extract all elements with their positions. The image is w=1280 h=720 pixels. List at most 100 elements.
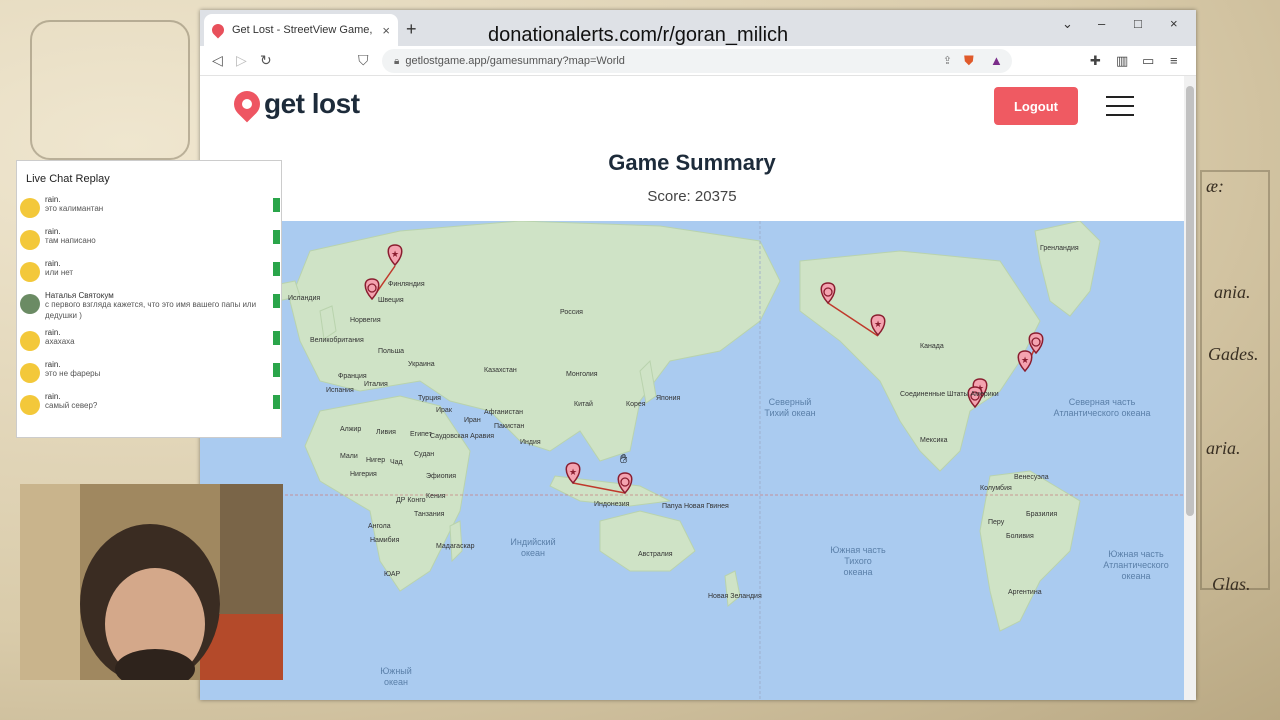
chat-author: rain. <box>45 259 61 268</box>
sidebar-icon[interactable]: ▥ <box>1116 53 1128 69</box>
map-label: Кения <box>426 493 446 500</box>
map-label: Алжир <box>340 426 362 433</box>
map-label: Саудовская Аравия <box>430 433 495 440</box>
maximize-button[interactable]: □ <box>1134 16 1142 31</box>
bg-map-text: Glas. <box>1212 574 1251 594</box>
map-label: Иран <box>464 417 481 424</box>
chat-author: rain. <box>45 195 61 204</box>
score-text: Score: 20375 <box>647 188 737 205</box>
menu-icon[interactable]: ≡ <box>1170 53 1178 68</box>
minimize-button[interactable]: – <box>1098 16 1105 31</box>
donation-overlay-text: donationalerts.com/r/goran_milich <box>488 24 789 46</box>
avatar <box>20 198 40 218</box>
page-scrollbar[interactable] <box>1184 76 1196 700</box>
chat-badge <box>273 262 280 276</box>
chat-message: rain. это калимантан <box>17 195 281 221</box>
share-icon[interactable]: ⇪ <box>943 54 952 67</box>
rewards-triangle-icon[interactable]: ▲ <box>990 53 1003 68</box>
map-label: Эфиопия <box>426 473 457 480</box>
map-label: Россия <box>560 309 583 316</box>
avatar <box>20 262 40 282</box>
map-label: Боливия <box>1006 533 1034 540</box>
bg-map-text: æ: <box>1206 176 1224 196</box>
map-border-sketch <box>1200 170 1270 590</box>
map-label: Намибия <box>370 537 400 544</box>
map-label: Афганистан <box>484 409 523 416</box>
map-label: Финляндия <box>388 281 425 288</box>
chat-message: rain. самый север? <box>17 392 281 418</box>
chat-text: с первого взгляда кажется, что это имя в… <box>45 300 257 320</box>
bookmark-icon[interactable]: ⛉ <box>358 52 369 69</box>
map-label: Япония <box>656 395 681 402</box>
scrollbar-thumb[interactable] <box>1186 86 1194 516</box>
hand-cursor-icon: ✋︎ <box>620 451 628 466</box>
chat-text: или нет <box>45 268 74 277</box>
map-label: Франция <box>338 373 367 380</box>
map-label: Испания <box>326 387 354 394</box>
extensions-puzzle-icon[interactable]: ✚ <box>1090 53 1101 69</box>
map-label: Норвегия <box>350 317 381 324</box>
page-content: get lost Logout Game Summary Score: 2037… <box>200 76 1184 700</box>
bg-map-text: Gades. <box>1208 344 1259 364</box>
map-label: Венесуэла <box>1014 474 1049 481</box>
favicon-pin-icon <box>209 21 227 39</box>
map-label: Польша <box>378 348 405 355</box>
bg-map-text: aria. <box>1206 438 1241 458</box>
map-label: Чад <box>390 459 403 466</box>
get-lost-logo[interactable]: get lost <box>228 85 360 123</box>
map-label: Ирак <box>436 407 452 414</box>
chat-header: Live Chat Replay <box>26 173 110 185</box>
forward-icon[interactable]: ▷ <box>236 52 247 69</box>
tab-get-lost[interactable]: Get Lost - StreetView Game, Geo × <box>204 14 398 46</box>
map-label: Новая Зеландия <box>708 593 762 600</box>
webcam-feed <box>20 484 283 680</box>
tab-search-icon[interactable]: ⌄ <box>1062 16 1073 32</box>
browser-toolbar: ◁ ▷ ↻ ⛉ 🔒︎ getlostgame.app/gamesummary?m… <box>200 46 1196 76</box>
chat-message: rain. или нет <box>17 259 281 285</box>
map-label: Мексика <box>920 437 948 444</box>
chat-text: там написано <box>45 236 96 245</box>
chat-text: самый север? <box>45 400 98 410</box>
close-window-button[interactable]: × <box>1170 16 1178 31</box>
chat-badge <box>273 198 280 212</box>
chat-message: rain. это не фареры <box>17 360 281 386</box>
brave-shield-icon[interactable]: ⛊ <box>964 53 974 69</box>
map-label: Корея <box>626 401 646 408</box>
map-label: Пакистан <box>494 423 525 430</box>
map-label: Китай <box>574 401 593 408</box>
greenland-shape <box>1034 221 1101 317</box>
url-text: getlostgame.app/gamesummary?map=World <box>405 55 625 67</box>
nz-shape <box>724 570 741 607</box>
bg-map-text: ania. <box>1214 282 1251 302</box>
chat-badge <box>273 330 280 345</box>
page-title: Game Summary <box>608 150 776 175</box>
map-svg: ★ ★ ★ ★ <box>200 221 1184 700</box>
map-label: Нигерия <box>350 471 377 478</box>
map-label: Великобритания <box>310 337 364 344</box>
australia-shape <box>599 510 696 572</box>
browser-window: Get Lost - StreetView Game, Geo × + ⌄ – … <box>200 10 1196 700</box>
map-label: Ангола <box>368 523 391 530</box>
back-icon[interactable]: ◁ <box>212 52 223 69</box>
chat-badge <box>273 294 280 308</box>
map-label: Мадагаскар <box>436 543 475 550</box>
hamburger-menu-icon[interactable] <box>1106 96 1134 118</box>
tab-title: Get Lost - StreetView Game, Geo <box>232 24 376 36</box>
logout-button[interactable]: Logout <box>994 87 1078 125</box>
ocean-label: Южный океан <box>380 666 412 687</box>
world-map[interactable]: ★ ★ ★ ★ Гренландия Исландия Финляндия Шв… <box>200 221 1184 700</box>
madagascar-shape <box>449 520 463 563</box>
map-label: Нигер <box>366 457 386 464</box>
marker-person <box>1028 332 1044 355</box>
reload-icon[interactable]: ↻ <box>260 52 272 69</box>
address-bar[interactable]: 🔒︎ getlostgame.app/gamesummary?map=World… <box>382 49 1012 73</box>
logo-text: get lost <box>264 88 360 119</box>
wallet-icon[interactable]: ▭ <box>1142 53 1154 69</box>
map-label: Ливия <box>376 429 396 436</box>
avatar <box>20 330 40 351</box>
map-label: Гренландия <box>1040 245 1079 252</box>
chat-text: ахахаха <box>45 336 75 346</box>
new-tab-button[interactable]: + <box>406 19 417 40</box>
tab-close-icon[interactable]: × <box>382 23 390 38</box>
ocean-label: Южная часть Тихого океана <box>830 545 886 577</box>
